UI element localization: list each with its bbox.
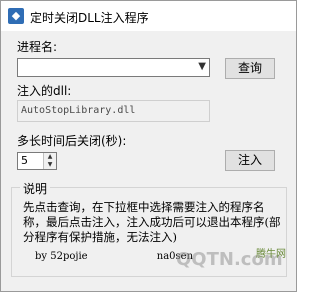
- process-label: 进程名:: [17, 40, 58, 54]
- inject-button[interactable]: 注入: [225, 150, 275, 171]
- time-label: 多长时间后关闭(秒):: [17, 134, 127, 148]
- dll-app-icon: ◆: [8, 8, 24, 24]
- seconds-value: 5: [21, 154, 28, 167]
- byline-text: by 52pojie: [35, 251, 88, 262]
- query-button[interactable]: 查询: [225, 58, 275, 79]
- byline: by 52pojie na0sen: [35, 251, 193, 262]
- dll-field: AutoStopLibrary.dll: [17, 100, 210, 122]
- process-combobox[interactable]: ▼: [17, 58, 210, 77]
- description-text: 先点击查询，在下拉框中选择需要注入的程序名称，最后点击注入，注入成功后可以退出本…: [23, 200, 281, 244]
- app-window: ◆ 定时关闭DLL注入程序 进程名: ▼ 查询 注入的dll: AutoStop…: [0, 0, 297, 292]
- info-group-title: 说明: [20, 180, 51, 197]
- dll-label: 注入的dll:: [17, 84, 72, 98]
- chevron-down-icon[interactable]: ▼: [198, 61, 206, 72]
- window-title: 定时关闭DLL注入程序: [30, 11, 149, 25]
- title-bar: ◆ 定时关闭DLL注入程序: [1, 1, 296, 31]
- watermark-logo: 腾牛网: [256, 249, 286, 260]
- stepper-arrows-icon[interactable]: ▲ ▼: [43, 153, 56, 169]
- seconds-stepper[interactable]: 5 ▲ ▼: [17, 152, 57, 170]
